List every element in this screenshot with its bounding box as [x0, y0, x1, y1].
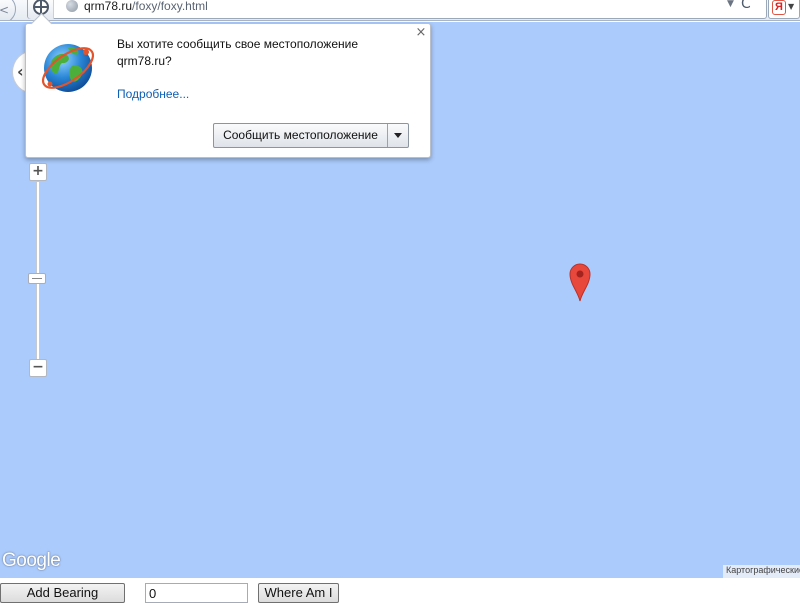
search-engine-dropdown-icon: ▼	[788, 2, 795, 11]
share-location-button[interactable]: Сообщить местоположение	[214, 124, 388, 147]
yandex-icon: Я	[772, 0, 786, 15]
back-arrow-icon: <	[0, 3, 9, 17]
geolocation-prompt-message: Вы хотите сообщить свое местоположение q…	[117, 37, 358, 68]
search-engine-button[interactable]: Я ▼	[768, 0, 800, 19]
add-bearing-button[interactable]: Add Bearing	[0, 583, 125, 603]
learn-more-link[interactable]: Подробнее...	[117, 87, 189, 101]
google-logo[interactable]: Google	[2, 550, 61, 572]
url-path: /foxy/foxy.html	[132, 0, 208, 13]
url-history-dropdown-icon[interactable]: ▼	[727, 0, 734, 9]
map-marker-icon[interactable]	[568, 262, 592, 302]
url-text[interactable]: qrm78.ru/foxy/foxy.html	[84, 0, 208, 13]
bearing-input[interactable]	[145, 583, 248, 603]
reload-icon[interactable]: C	[741, 0, 751, 12]
where-am-i-button[interactable]: Where Am I	[258, 583, 339, 603]
site-globe-icon	[66, 0, 78, 12]
url-host: qrm78.ru	[84, 0, 133, 13]
map-attribution[interactable]: Картографические данные	[723, 565, 800, 578]
close-icon[interactable]: ×	[415, 26, 427, 39]
back-button[interactable]: <	[0, 0, 16, 20]
browser-toolbar: < qrm78.ru/foxy/foxy.html ▼ C Я ▼	[0, 0, 800, 21]
geolocation-globe-icon	[42, 44, 94, 92]
zoom-in-button[interactable]: +	[29, 163, 47, 181]
zoom-out-button[interactable]: −	[29, 359, 47, 377]
page-controls: Add Bearing Where Am I	[0, 578, 800, 603]
zoom-slider-thumb[interactable]	[28, 273, 46, 284]
pan-left-icon: ‹	[17, 62, 24, 81]
geolocation-prompt: Вы хотите сообщить свое местоположение q…	[25, 23, 431, 158]
share-location-split-button: Сообщить местоположение	[213, 123, 409, 148]
url-bar[interactable]: qrm78.ru/foxy/foxy.html ▼ C	[27, 0, 767, 19]
share-options-dropdown-icon[interactable]	[389, 124, 408, 147]
